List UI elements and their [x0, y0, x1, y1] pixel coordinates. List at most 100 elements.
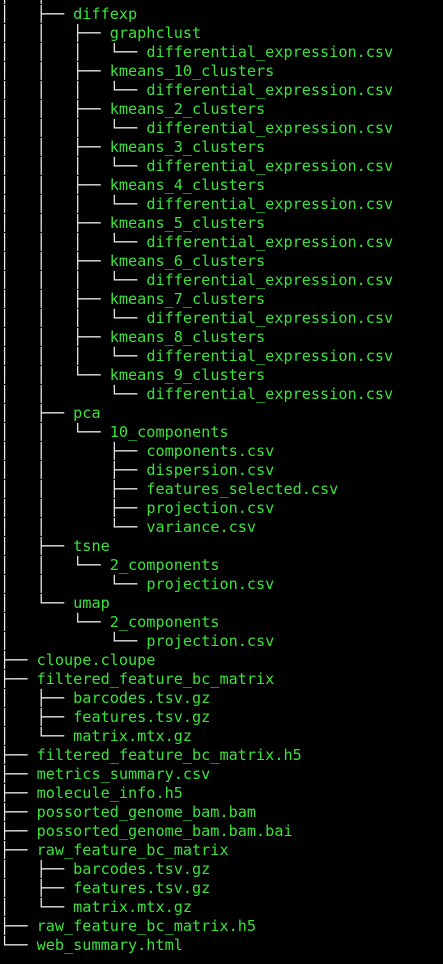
tree-line: │ │ └── differential_expression.csv: [0, 385, 443, 404]
tree-line: ├── raw_feature_bc_matrix: [0, 841, 443, 860]
tree-entry-name: kmeans_3_clusters: [109, 138, 266, 156]
tree-line: ├── molecule_info.h5: [0, 784, 443, 803]
tree-branch: │ │ └──: [0, 385, 147, 403]
tree-line: │ └── umap: [0, 594, 443, 613]
tree-entry-name: possorted_genome_bam.bam.bai: [36, 822, 293, 840]
tree-branch: │ │ └──: [0, 0, 183, 4]
tree-entry-name: projection.csv: [146, 632, 275, 650]
tree-entry-name: graphclust: [109, 24, 202, 42]
tree-entry-name: matrix.mtx.gz: [73, 898, 193, 916]
tree-line: │ │ ├── kmeans_7_clusters: [0, 290, 443, 309]
tree-branch: └──: [0, 936, 37, 954]
tree-line: ├── raw_feature_bc_matrix.h5: [0, 917, 443, 936]
tree-entry-name: kmeans_8_clusters: [109, 328, 266, 346]
tree-entry-name: differential_expression.csv: [146, 385, 394, 403]
tree-line: │ │ │ └── differential_expression.csv: [0, 233, 443, 252]
tree-branch: │ └──: [0, 613, 110, 631]
tree-entry-name: filtered_feature_bc_matrix: [36, 670, 275, 688]
tree-entry-name: kmeans_10_clusters: [109, 62, 275, 80]
tree-line: ├── filtered_feature_bc_matrix: [0, 670, 443, 689]
tree-entry-name: 2_components: [109, 613, 220, 631]
tree-entry-name: features.tsv.gz: [73, 879, 211, 897]
tree-branch: ├──: [0, 822, 37, 840]
tree-branch: │ │ ├──: [0, 252, 110, 270]
tree-entry-name: pca: [73, 404, 101, 422]
tree-line: │ └── 2_components: [0, 613, 443, 632]
tree-entry-name: projection.csv: [146, 575, 275, 593]
tree-entry-name: kmeans_2_clusters: [109, 100, 266, 118]
tree-entry-name: components.csv: [146, 442, 275, 460]
tree-branch: │ │ ├──: [0, 62, 110, 80]
tree-entry-name: dispersion.csv: [146, 461, 275, 479]
tree-entry-name: differential_expression.csv: [146, 347, 394, 365]
tree-line: │ │ └── 2_components: [0, 556, 443, 575]
tree-branch: │ │ ├──: [0, 176, 110, 194]
tree-line: │ ├── diffexp: [0, 5, 443, 24]
tree-line: │ │ │ └── differential_expression.csv: [0, 157, 443, 176]
tree-line: │ │ ├── kmeans_8_clusters: [0, 328, 443, 347]
tree-branch: │ │ │ └──: [0, 347, 147, 365]
tree-branch: │ ├──: [0, 689, 74, 707]
tree-line: │ │ │ └── differential_expression.csv: [0, 43, 443, 62]
tree-branch: │ │ ├──: [0, 24, 110, 42]
tree-branch: │ └──: [0, 632, 147, 650]
tree-branch: │ │ │ └──: [0, 157, 147, 175]
tree-entry-name: tsne: [73, 537, 110, 555]
tree-line: │ │ │ └── differential_expression.csv: [0, 119, 443, 138]
tree-entry-name: kmeans_7_clusters: [109, 290, 266, 308]
terminal-output: │ │ └── clusters.csv│ ├── diffexp│ │ ├──…: [0, 0, 443, 964]
tree-entry-name: diffexp: [73, 5, 138, 23]
tree-line: │ │ └── projection.csv: [0, 575, 443, 594]
tree-line: │ ├── barcodes.tsv.gz: [0, 860, 443, 879]
tree-line: │ │ └── kmeans_9_clusters: [0, 366, 443, 385]
tree-line: │ │ ├── graphclust: [0, 24, 443, 43]
tree-branch: ├──: [0, 670, 37, 688]
tree-line: │ └── matrix.mtx.gz: [0, 898, 443, 917]
tree-line: │ │ ├── kmeans_4_clusters: [0, 176, 443, 195]
tree-branch: │ │ └──: [0, 518, 147, 536]
tree-branch: ├──: [0, 651, 37, 669]
tree-line: │ │ │ └── differential_expression.csv: [0, 271, 443, 290]
tree-line: │ │ ├── kmeans_10_clusters: [0, 62, 443, 81]
tree-entry-name: differential_expression.csv: [146, 233, 394, 251]
tree-entry-name: raw_feature_bc_matrix: [36, 841, 229, 859]
tree-branch: │ │ │ └──: [0, 271, 147, 289]
tree-entry-name: 2_components: [109, 556, 220, 574]
tree-branch: │ ├──: [0, 860, 74, 878]
tree-branch: │ │ ├──: [0, 290, 110, 308]
tree-branch: │ ├──: [0, 404, 74, 422]
tree-line: ├── metrics_summary.csv: [0, 765, 443, 784]
tree-entry-name: filtered_feature_bc_matrix.h5: [36, 746, 302, 764]
tree-entry-name: kmeans_6_clusters: [109, 252, 266, 270]
tree-entry-name: differential_expression.csv: [146, 309, 394, 327]
tree-branch: ├──: [0, 841, 37, 859]
tree-branch: │ │ ├──: [0, 442, 147, 460]
tree-entry-name: variance.csv: [146, 518, 257, 536]
tree-entry-name: differential_expression.csv: [146, 43, 394, 61]
tree-branch: │ ├──: [0, 537, 74, 555]
tree-entry-name: barcodes.tsv.gz: [73, 860, 211, 878]
tree-line: │ ├── tsne: [0, 537, 443, 556]
tree-line: │ │ ├── components.csv: [0, 442, 443, 461]
tree-line: │ ├── features.tsv.gz: [0, 708, 443, 727]
tree-line: │ │ ├── projection.csv: [0, 499, 443, 518]
tree-branch: │ │ └──: [0, 575, 147, 593]
tree-branch: │ ├──: [0, 708, 74, 726]
tree-line: │ │ └── 10_components: [0, 423, 443, 442]
tree-line: │ │ │ └── differential_expression.csv: [0, 309, 443, 328]
tree-entry-name: metrics_summary.csv: [36, 765, 211, 783]
tree-entry-name: features.tsv.gz: [73, 708, 211, 726]
tree-line: │ │ ├── features_selected.csv: [0, 480, 443, 499]
tree-line: │ │ ├── dispersion.csv: [0, 461, 443, 480]
tree-branch: ├──: [0, 765, 37, 783]
tree-line: │ │ ├── kmeans_2_clusters: [0, 100, 443, 119]
tree-branch: │ │ └──: [0, 366, 110, 384]
tree-branch: │ └──: [0, 594, 74, 612]
tree-branch: │ │ │ └──: [0, 43, 147, 61]
tree-branch: │ │ └──: [0, 556, 110, 574]
tree-branch: │ ├──: [0, 879, 74, 897]
tree-branch: ├──: [0, 784, 37, 802]
tree-branch: │ ├──: [0, 5, 74, 23]
tree-line: └── web_summary.html: [0, 936, 443, 955]
tree-entry-name: possorted_genome_bam.bam: [36, 803, 257, 821]
